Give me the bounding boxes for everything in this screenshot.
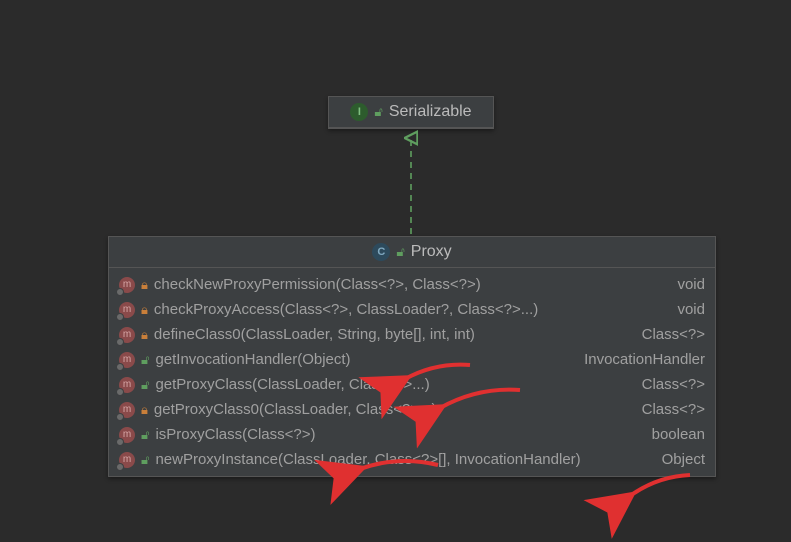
method-icon: m [119,327,135,343]
node-title: Proxy [411,243,452,261]
uml-node-serializable[interactable]: I 🔓︎ Serializable [328,96,494,129]
member-row[interactable]: m 🔒︎ getProxyClass0(ClassLoader, Class<?>.… [109,397,715,422]
static-indicator-icon [116,438,124,446]
lock-closed-icon: 🔒︎ [141,302,148,318]
static-indicator-icon [116,313,124,321]
lock-open-icon: 🔓︎ [141,427,149,443]
lock-open-icon: 🔓︎ [396,244,404,260]
method-icon: m [119,277,135,293]
interface-icon: I [350,103,368,121]
lock-open-icon: 🔓︎ [374,104,382,120]
node-header[interactable]: C 🔓︎ Proxy [109,237,715,268]
node-header[interactable]: I 🔓︎ Serializable [329,97,493,128]
member-signature: checkNewProxyPermission(Class<?>, Class<… [154,276,672,293]
member-row[interactable]: m 🔒︎ defineClass0(ClassLoader, String, byt… [109,322,715,347]
lock-open-icon: 🔓︎ [141,452,149,468]
member-signature: getProxyClass0(ClassLoader, Class<?>...) [154,401,636,418]
node-title: Serializable [389,103,472,121]
static-indicator-icon [116,338,124,346]
lock-closed-icon: 🔒︎ [141,327,148,343]
member-signature: defineClass0(ClassLoader, String, byte[]… [154,326,636,343]
lock-closed-icon: 🔒︎ [141,402,148,418]
member-signature: checkProxyAccess(Class<?>, ClassLoader?,… [154,301,672,318]
member-return-type: Class<?> [642,376,705,393]
method-icon: m [119,452,135,468]
method-icon: m [119,302,135,318]
lock-open-icon: 🔓︎ [141,377,149,393]
member-row[interactable]: m 🔓︎ getInvocationHandler(Object) Invocatio… [109,347,715,372]
static-indicator-icon [116,413,124,421]
member-row[interactable]: m 🔓︎ newProxyInstance(ClassLoader, Class<?… [109,447,715,472]
member-return-type: void [677,276,705,293]
class-icon: C [372,243,390,261]
static-indicator-icon [116,288,124,296]
implements-edge [404,128,418,238]
member-signature: getInvocationHandler(Object) [155,351,578,368]
member-signature: isProxyClass(Class<?>) [155,426,645,443]
method-icon: m [119,402,135,418]
method-icon: m [119,352,135,368]
lock-open-icon: 🔓︎ [141,352,149,368]
member-return-type: Object [662,451,705,468]
uml-node-proxy[interactable]: C 🔓︎ Proxy m 🔒︎ checkNewProxyPermission(Cl… [108,236,716,477]
annotation-arrow-icon [630,475,690,496]
member-return-type: Class<?> [642,401,705,418]
member-return-type: InvocationHandler [584,351,705,368]
static-indicator-icon [116,388,124,396]
lock-closed-icon: 🔒︎ [141,277,148,293]
member-signature: newProxyInstance(ClassLoader, Class<?>[]… [155,451,655,468]
member-row[interactable]: m 🔓︎ isProxyClass(Class<?>) boolean [109,422,715,447]
member-return-type: Class<?> [642,326,705,343]
member-row[interactable]: m 🔒︎ checkProxyAccess(Class<?>, ClassLoade… [109,297,715,322]
member-signature: getProxyClass(ClassLoader, Class<?>...) [155,376,635,393]
member-row[interactable]: m 🔓︎ getProxyClass(ClassLoader, Class<?>..… [109,372,715,397]
member-row[interactable]: m 🔒︎ checkNewProxyPermission(Class<?>, Cla… [109,272,715,297]
static-indicator-icon [116,463,124,471]
member-list: m 🔒︎ checkNewProxyPermission(Class<?>, Cla… [109,268,715,476]
method-icon: m [119,427,135,443]
static-indicator-icon [116,363,124,371]
method-icon: m [119,377,135,393]
member-return-type: void [677,301,705,318]
member-return-type: boolean [652,426,705,443]
